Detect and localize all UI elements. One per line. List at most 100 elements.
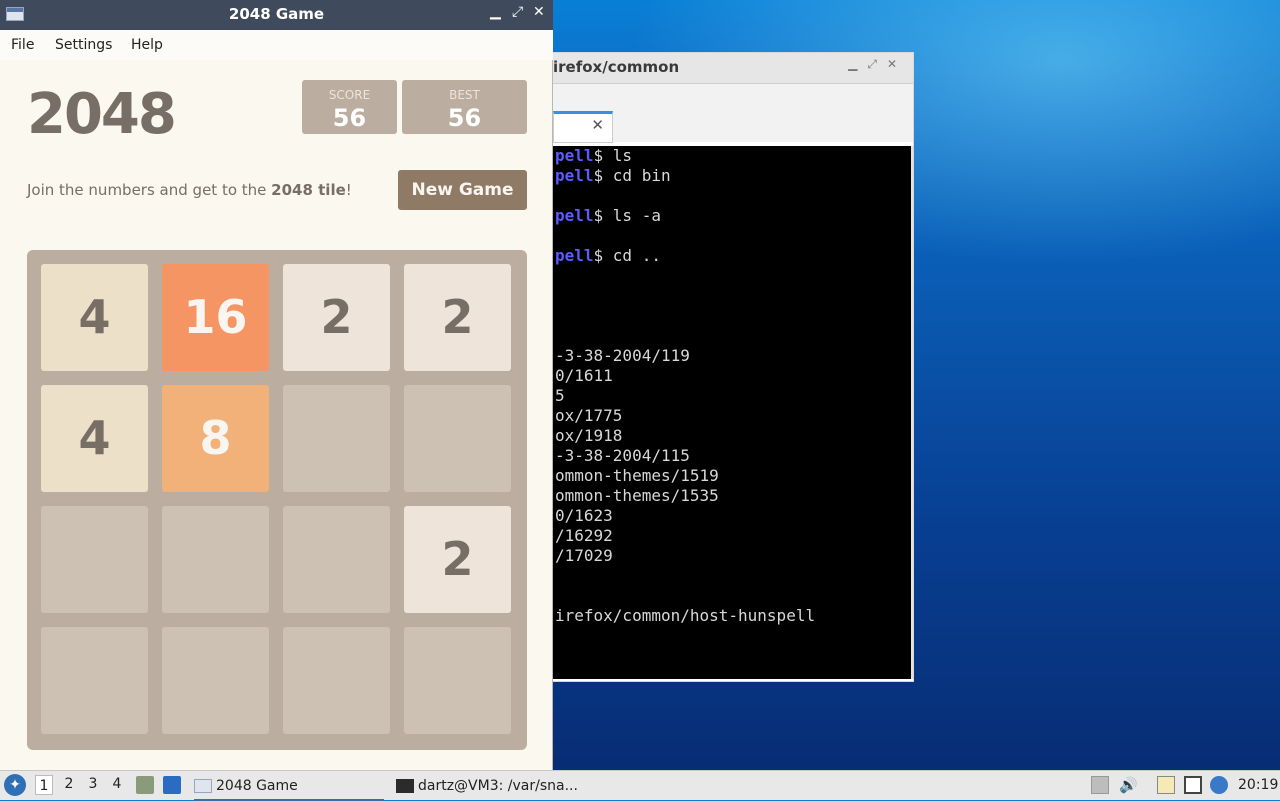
- tile: 4: [41, 385, 148, 492]
- score-label: SCORE: [328, 88, 371, 102]
- terminal-line: ommon-themes/1519: [555, 466, 815, 486]
- terminal-line: -3-38-2004/115: [555, 446, 815, 466]
- terminal-line: -3-38-2004/119: [555, 346, 815, 366]
- empty-cell: [162, 506, 269, 613]
- tile: 2: [404, 506, 511, 613]
- terminal-line: ox/1775: [555, 406, 815, 426]
- tab-close-icon[interactable]: ✕: [591, 116, 604, 134]
- terminal-window[interactable]: irefox/common ▁⤢✕ ✕ pell$ ls pell$ cd bin…: [552, 52, 914, 682]
- intro-text: Join the numbers and get to the 2048 til…: [27, 181, 352, 199]
- terminal-text-segment: -3-38-2004/119: [555, 346, 690, 365]
- menu-help[interactable]: Help: [131, 37, 163, 53]
- tray-expand-icon[interactable]: [1091, 776, 1109, 794]
- empty-cell: [283, 385, 390, 492]
- terminal-text-segment: /17029: [555, 546, 613, 565]
- intro-text-start: Join the numbers and get to the: [27, 181, 272, 199]
- terminal-prompt: pell: [555, 246, 594, 265]
- game-heading: 2048: [27, 82, 177, 147]
- volume-icon[interactable]: 🔊: [1119, 776, 1138, 794]
- terminal-text-segment: ox/1918: [555, 426, 623, 445]
- terminal-prompt: pell: [555, 166, 594, 185]
- task-terminal[interactable]: dartz@VM3: /var/sna...: [396, 773, 586, 799]
- terminal-text-segment: ommon-themes/1535: [555, 486, 719, 505]
- terminal-text-segment: ommon-themes/1519: [555, 466, 719, 485]
- task-label: dartz@VM3: /var/sna...: [418, 778, 578, 794]
- terminal-line: 0/1623: [555, 506, 815, 526]
- window-icon: [194, 779, 212, 793]
- terminal-prompt: pell: [555, 146, 594, 165]
- file-manager-icon[interactable]: [136, 776, 154, 794]
- terminal-text-segment: $ cd ..: [593, 246, 661, 265]
- terminal-text-segment: $ cd bin: [593, 166, 671, 185]
- task-label: 2048 Game: [216, 778, 298, 794]
- workspace-1[interactable]: 1: [35, 775, 53, 795]
- intro-text-end: !: [345, 181, 352, 199]
- game-titlebar[interactable]: 2048 Game ▁ ⤢ ✕: [0, 0, 553, 30]
- game-board[interactable]: 4 16 2 2 4 8 2: [27, 250, 527, 750]
- terminal-line: pell$ cd ..: [555, 246, 815, 266]
- tile: 8: [162, 385, 269, 492]
- tile: 4: [41, 264, 148, 371]
- game-window[interactable]: 2048 Game ▁ ⤢ ✕ File Settings Help 2048 …: [0, 0, 553, 770]
- terminal-line: pell$ cd bin: [555, 166, 815, 186]
- maximize-button[interactable]: ⤢: [512, 4, 523, 20]
- best-label: BEST: [449, 88, 480, 102]
- workspace-3[interactable]: 3: [84, 776, 102, 792]
- terminal-line: ommon-themes/1535: [555, 486, 815, 506]
- terminal-line: irefox/common/host-hunspell: [555, 606, 815, 626]
- score-value: 56: [332, 104, 367, 132]
- minimize-button[interactable]: ▁: [490, 4, 501, 20]
- terminal-window-controls[interactable]: ▁⤢✕: [848, 57, 907, 72]
- terminal-titlebar[interactable]: irefox/common ▁⤢✕: [553, 53, 913, 84]
- terminal-line: pell$ ls: [555, 146, 815, 166]
- terminal-text-segment: $ ls: [593, 146, 633, 165]
- task-2048-game[interactable]: 2048 Game: [194, 773, 384, 801]
- terminal-text-segment: $ ls -a: [593, 206, 661, 225]
- tile: 16: [162, 264, 269, 371]
- clipboard-icon[interactable]: [1157, 776, 1175, 794]
- workspace-4[interactable]: 4: [108, 776, 126, 792]
- intro-text-bold: 2048 tile: [271, 181, 346, 199]
- terminal-text-segment: irefox/common/host-hunspell: [555, 606, 816, 625]
- terminal-text-segment: 5: [555, 386, 565, 405]
- terminal-text-segment: 0/1623: [555, 506, 613, 525]
- terminal-text: pell$ ls pell$ cd bin pell$ ls -a pell$ cd …: [555, 146, 815, 626]
- tile: 2: [283, 264, 390, 371]
- show-desktop-icon[interactable]: [163, 776, 181, 794]
- taskbar: ✦ 1 2 3 4 2048 Game dartz@VM3: /var/sna.…: [0, 770, 1280, 801]
- empty-cell: [41, 506, 148, 613]
- window-title: 2048 Game: [228, 5, 325, 23]
- new-game-button[interactable]: New Game: [398, 170, 527, 210]
- empty-cell: [283, 627, 390, 734]
- terminal-output[interactable]: pell$ ls pell$ cd bin pell$ ls -a pell$ cd …: [553, 146, 913, 679]
- terminal-title: irefox/common: [553, 58, 680, 76]
- empty-cell: [162, 627, 269, 734]
- clock: 20:19: [1238, 777, 1279, 793]
- best-box: BEST 56: [402, 80, 527, 134]
- workspace-2[interactable]: 2: [60, 776, 78, 792]
- terminal-text-segment: -3-38-2004/115: [555, 446, 690, 465]
- terminal-line: ox/1918: [555, 426, 815, 446]
- empty-cell: [404, 627, 511, 734]
- start-menu-icon[interactable]: ✦: [4, 774, 26, 796]
- terminal-line: /16292: [555, 526, 815, 546]
- menu-file[interactable]: File: [11, 37, 34, 53]
- terminal-prompt: pell: [555, 206, 594, 225]
- network-icon[interactable]: [1184, 776, 1202, 794]
- terminal-text-segment: 0/1611: [555, 366, 613, 385]
- terminal-line: /17029: [555, 546, 815, 566]
- terminal-line: 0/1611: [555, 366, 815, 386]
- score-box: SCORE 56: [302, 80, 397, 134]
- close-button[interactable]: ✕: [533, 4, 545, 20]
- terminal-icon: [396, 779, 414, 793]
- menu-settings[interactable]: Settings: [55, 37, 112, 53]
- terminal-line: 5: [555, 386, 815, 406]
- update-notifier-icon[interactable]: [1210, 776, 1228, 794]
- tile: 2: [404, 264, 511, 371]
- terminal-tab[interactable]: ✕: [553, 111, 613, 143]
